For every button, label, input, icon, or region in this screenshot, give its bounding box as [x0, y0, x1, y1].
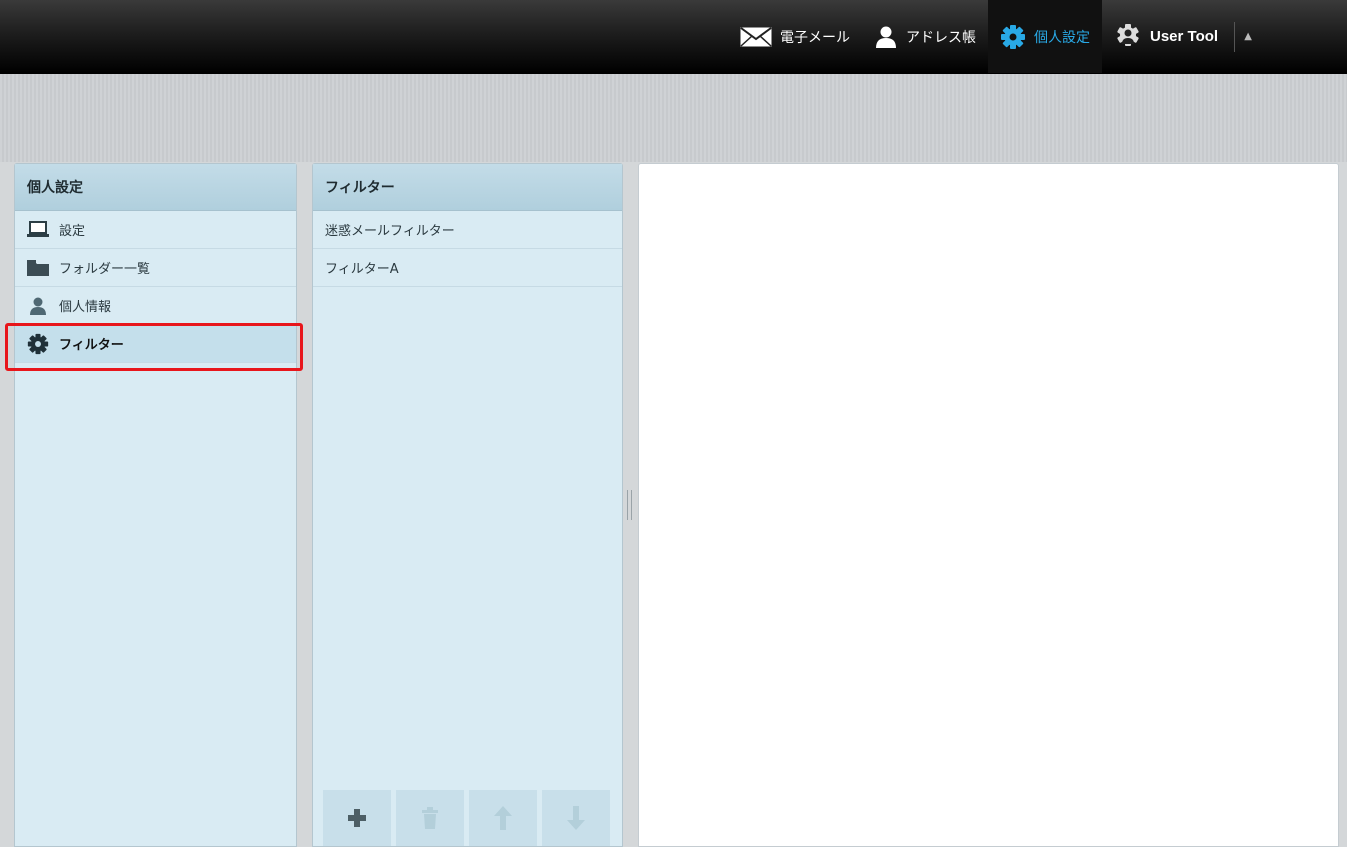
filter-list-item-label: 迷惑メールフィルター [325, 224, 455, 239]
nav-user-tool[interactable]: User Tool [1102, 0, 1230, 73]
collapse-arrow-icon[interactable]: ▲ [1239, 0, 1257, 73]
filter-panel-title: フィルター [313, 164, 622, 211]
nav-user-tool-label: User Tool [1150, 28, 1219, 45]
settings-item-personal-info[interactable]: 個人情報 [15, 287, 296, 325]
filter-panel: フィルター 迷惑メールフィルター フィルターA [312, 163, 623, 847]
nav-address-book[interactable]: アドレス帳 [862, 0, 988, 73]
settings-item-config-label: 設定 [59, 224, 86, 239]
person-icon [27, 295, 49, 317]
nav-divider [1234, 21, 1236, 52]
add-icon [348, 809, 366, 827]
arrow-up-icon [494, 806, 512, 830]
top-navigation-bar: 電子メール アドレス帳 個人設定 User Tool ▲ [0, 0, 1347, 74]
move-up-button[interactable] [469, 790, 537, 846]
person-icon [876, 26, 896, 48]
nav-personal-settings-label: 個人設定 [1034, 29, 1090, 46]
delete-filter-button[interactable] [396, 790, 464, 846]
detail-content-area [638, 163, 1339, 847]
settings-item-config[interactable]: 設定 [15, 211, 296, 249]
filter-list-item[interactable]: フィルターA [313, 249, 622, 287]
filter-list-item[interactable]: 迷惑メールフィルター [313, 211, 622, 249]
selection-highlight-box [5, 323, 303, 371]
trash-icon [422, 807, 438, 829]
user-tool-icon [1117, 23, 1139, 46]
main-nav: 電子メール アドレス帳 個人設定 User Tool ▲ [728, 0, 1257, 73]
settings-item-folder-list[interactable]: フォルダー一覧 [15, 249, 296, 287]
header-band [0, 74, 1347, 162]
settings-panel-title: 個人設定 [15, 164, 296, 211]
folder-icon [27, 257, 49, 279]
add-filter-button[interactable] [323, 790, 391, 846]
nav-email-label: 電子メール [780, 29, 850, 46]
settings-item-personal-info-label: 個人情報 [59, 300, 112, 315]
nav-personal-settings[interactable]: 個人設定 [988, 0, 1102, 73]
arrow-down-icon [567, 806, 585, 830]
nav-email[interactable]: 電子メール [728, 0, 862, 73]
panel-splitter-handle[interactable] [627, 490, 632, 520]
filter-list-item-label: フィルターA [325, 262, 399, 277]
move-down-button[interactable] [542, 790, 610, 846]
mail-icon [740, 26, 772, 47]
nav-address-book-label: アドレス帳 [906, 29, 976, 46]
filter-toolbar [313, 790, 622, 846]
settings-panel: 個人設定 設定 フォルダー一覧 個人情報 フィルター [14, 163, 297, 847]
settings-item-folder-list-label: フォルダー一覧 [59, 262, 151, 277]
laptop-icon [27, 219, 49, 241]
gear-icon [1001, 24, 1025, 49]
